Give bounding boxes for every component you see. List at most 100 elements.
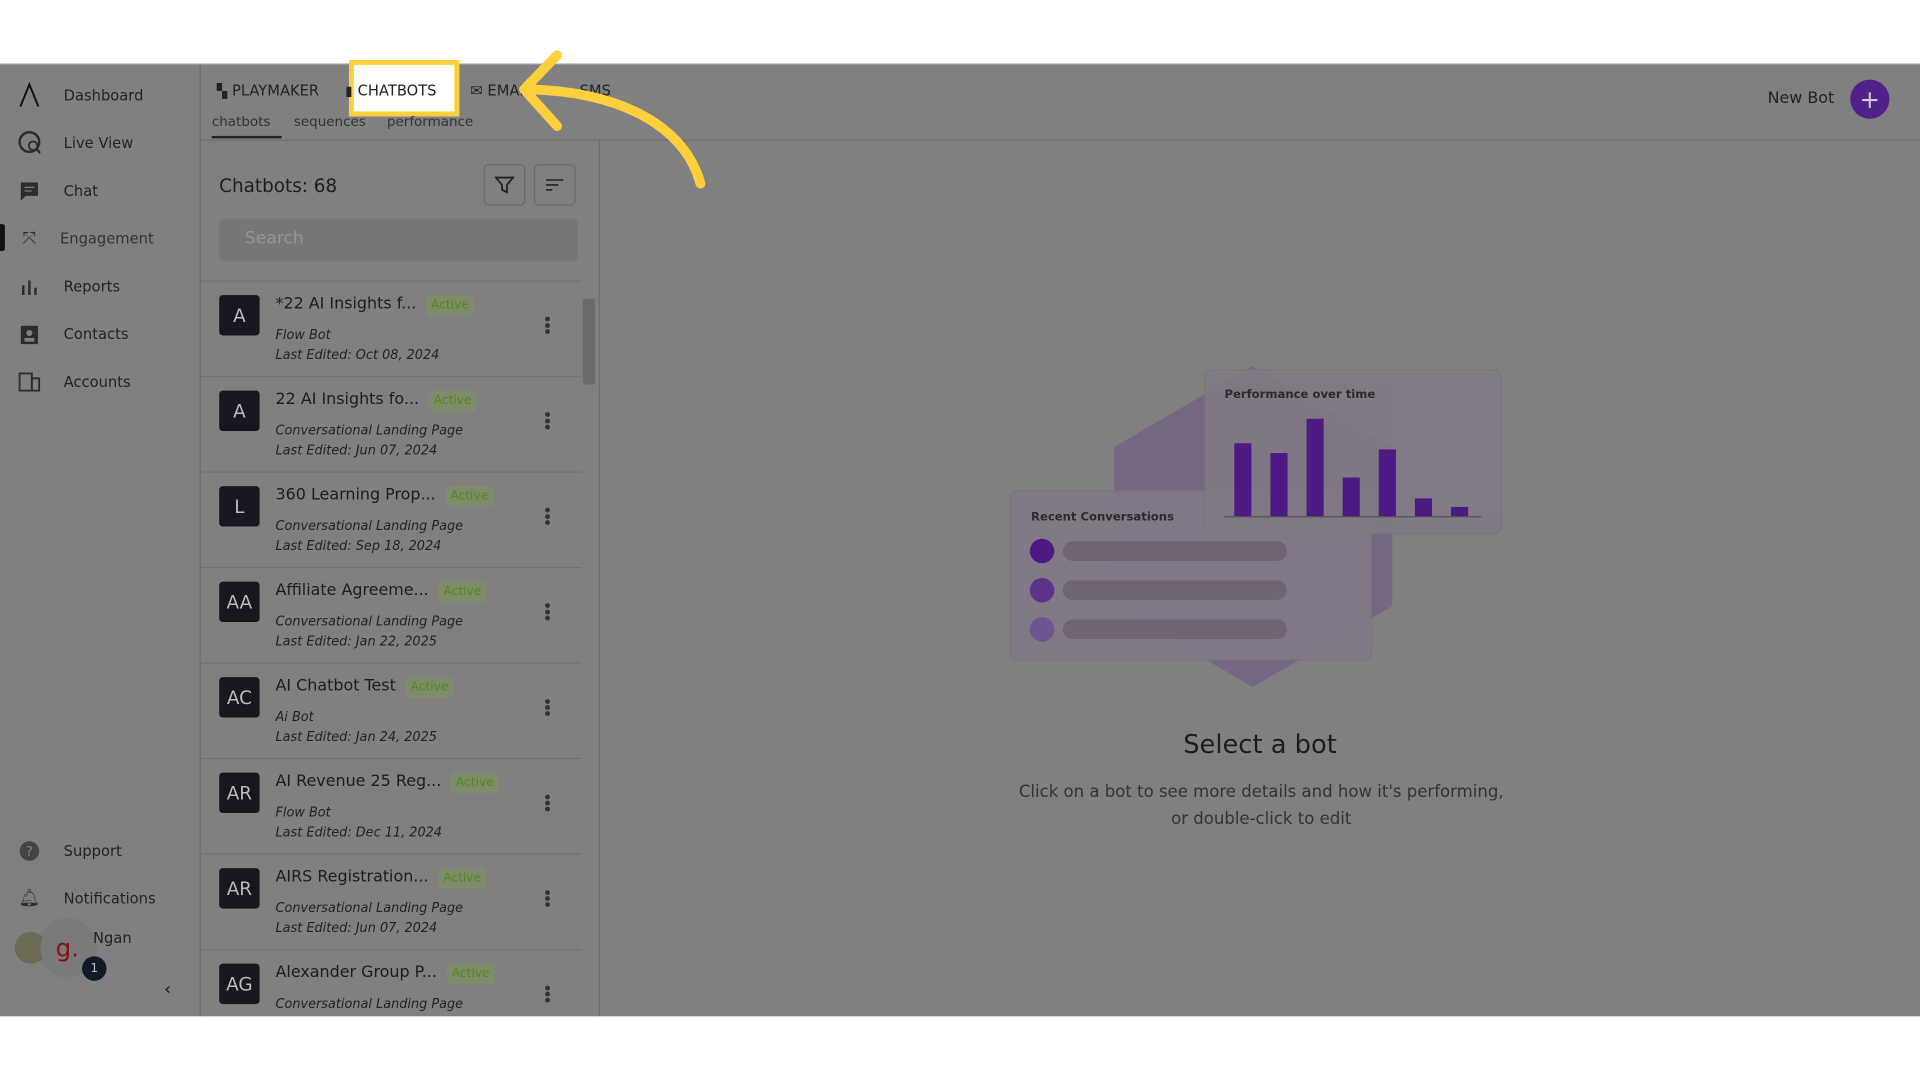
chat-icon	[18, 180, 40, 202]
bot-avatar: A	[219, 390, 260, 432]
notifications-link[interactable]: 🔔︎ Notifications	[0, 880, 200, 917]
bot-type: Conversational Landing Page	[275, 901, 464, 916]
bot-name: 360 Learning Prop... Active	[276, 486, 494, 507]
chatbot-list-item[interactable]: AA Affiliate Agreeme... Active Conversati…	[199, 566, 582, 663]
globe-search-icon	[18, 131, 41, 154]
collapse-sidebar-button[interactable]: ‹	[164, 980, 171, 1000]
last-edited: Last Edited: Jun 07, 2024	[275, 443, 438, 458]
sidebar-item-live-view[interactable]: Live View	[0, 125, 200, 162]
bot-type: Flow Bot	[275, 328, 331, 343]
empty-state-illustration: Recent Conversations Performance over ti…	[1009, 366, 1502, 687]
illustration-bar	[1414, 498, 1433, 517]
bot-name-text: AI Revenue 25 Reg...	[275, 772, 442, 792]
illustration-bar	[1270, 453, 1288, 517]
notification-count-badge: 1	[82, 956, 107, 981]
bot-name-text: AI Chatbot Test	[275, 677, 396, 696]
illustration-bar	[1378, 449, 1396, 517]
last-edited: Last Edited: Sep 18, 2024	[275, 538, 442, 554]
chatbot-list-item[interactable]: AC AI Chatbot Test Active Ai Bot Last Edi…	[199, 662, 582, 758]
engagement-icon: ⤧	[22, 228, 37, 249]
more-options-icon[interactable]: • • •	[542, 599, 552, 628]
status-badge: Active	[438, 868, 486, 889]
status-badge: Active	[446, 963, 495, 985]
sidebar-item-accounts[interactable]: Accounts	[0, 364, 200, 401]
bot-name: AI Revenue 25 Reg... Active	[275, 772, 499, 794]
last-edited: Last Edited: Jan 24, 2025	[275, 729, 437, 745]
sidebar-item-contacts[interactable]: Contacts	[0, 316, 200, 353]
detail-panel: Recent Conversations Performance over ti…	[600, 140, 1920, 1018]
bot-avatar: L	[219, 486, 260, 527]
bot-avatar: AG	[219, 963, 260, 1005]
chatbot-list-item[interactable]: A 22 AI Insights fo... Active Conversatio…	[199, 375, 582, 472]
bot-avatar: AR	[219, 868, 260, 909]
bot-name-text: Affiliate Agreeme...	[275, 581, 429, 601]
pointer-arrow-annotation	[519, 50, 706, 189]
empty-state-description: Click on a bot to see more details and h…	[1018, 782, 1504, 829]
last-edited: Last Edited: Jan 22, 2025	[275, 634, 437, 649]
scrollbar[interactable]	[582, 298, 596, 385]
bot-type: Conversational Landing Page	[275, 614, 464, 630]
bot-avatar: A	[219, 295, 260, 336]
chatbot-list: A *22 AI Insights f... Active Flow Bot La…	[199, 280, 582, 1018]
chatbot-icon: ▮	[345, 82, 353, 99]
search-input[interactable]: Search	[219, 219, 578, 261]
playmaker-icon: ▚	[216, 82, 228, 99]
performance-chart-title: Performance over time	[1224, 387, 1375, 401]
sidebar-item-dashboard[interactable]: Dashboard	[0, 77, 200, 114]
bot-avatar: AR	[219, 772, 260, 814]
new-bot-button[interactable]: +	[1850, 79, 1890, 119]
status-badge: Active	[426, 295, 474, 316]
chatbot-list-item[interactable]: AR AIRS Registration... Active Conversati…	[199, 853, 582, 949]
more-options-icon[interactable]: • • •	[542, 694, 552, 723]
illustration-bar	[1342, 477, 1360, 517]
more-options-icon[interactable]: • • •	[542, 408, 552, 437]
bot-name-text: *22 AI Insights f...	[275, 295, 417, 314]
bot-avatar: AA	[219, 581, 260, 623]
bot-type: Ai Bot	[275, 710, 314, 725]
tab-playmaker[interactable]: ▚ PLAYMAKER	[217, 82, 319, 99]
subtab-performance[interactable]: performance	[387, 114, 473, 130]
more-options-icon[interactable]: • • •	[542, 885, 552, 914]
bot-name: 22 AI Insights fo... Active	[275, 390, 477, 412]
app-window: Dashboard Live View Chat ⤧ Engagement Re…	[0, 60, 1920, 1018]
chatbot-list-item[interactable]: AG Alexander Group P... Active Conversati…	[199, 948, 582, 1018]
support-link[interactable]: ? Support	[0, 833, 200, 870]
more-options-icon[interactable]: • • •	[542, 790, 552, 819]
subtab-sequences[interactable]: sequences	[294, 114, 366, 130]
bot-name: AIRS Registration... Active	[276, 868, 486, 889]
bot-name-text: 22 AI Insights fo...	[275, 390, 420, 409]
last-edited: Last Edited: Jun 07, 2024	[275, 920, 438, 936]
chatbot-list-item[interactable]: L 360 Learning Prop... Active Conversatio…	[199, 471, 582, 567]
help-icon: ?	[18, 840, 40, 862]
illustration-bar	[1451, 506, 1469, 517]
bottom-margin	[0, 1016, 1920, 1080]
subtab-chatbots[interactable]: chatbots	[211, 114, 282, 139]
logo-icon	[18, 81, 40, 107]
chatbot-list-item[interactable]: AR AI Revenue 25 Reg... Active Flow Bot L…	[199, 757, 582, 854]
recent-conversations-title: Recent Conversations	[1031, 509, 1174, 523]
status-badge: Active	[445, 486, 494, 507]
sidebar-item-chat[interactable]: Chat	[0, 173, 200, 210]
new-bot-label[interactable]: New Bot	[1768, 89, 1835, 107]
illustration-bar	[1234, 443, 1252, 517]
plus-icon: +	[1859, 84, 1881, 114]
more-options-icon[interactable]: • • •	[542, 981, 552, 1010]
bot-type: Conversational Landing Page	[275, 519, 464, 534]
top-bar: ▚ PLAYMAKER ▮ CHATBOTS ✉ EMAIL ▭ SMS chatbot…	[199, 60, 1920, 141]
bot-type: Conversational Landing Page	[275, 423, 464, 439]
more-options-icon[interactable]: • • •	[542, 312, 552, 341]
bell-icon: 🔔︎	[18, 888, 41, 909]
more-options-icon[interactable]: • • •	[542, 503, 552, 532]
tab-chatbots[interactable]: ▮ CHATBOTS	[345, 82, 436, 99]
sidebar-item-engagement[interactable]: ⤧ Engagement	[0, 220, 200, 257]
contacts-icon	[18, 323, 40, 345]
bot-name: AI Chatbot Test Active	[275, 677, 454, 698]
bar-chart-icon	[18, 276, 40, 298]
chatbot-list-panel: Chatbots: 68 Search A *22 AI Insights f.…	[199, 139, 601, 1018]
status-badge: Active	[428, 390, 477, 412]
sidebar-item-reports[interactable]: Reports	[0, 268, 200, 305]
empty-state-title: Select a bot	[1183, 729, 1337, 760]
chatbot-list-item[interactable]: A *22 AI Insights f... Active Flow Bot La…	[199, 280, 582, 376]
last-edited: Last Edited: Dec 11, 2024	[275, 825, 443, 841]
bot-type: Flow Bot	[275, 805, 331, 821]
